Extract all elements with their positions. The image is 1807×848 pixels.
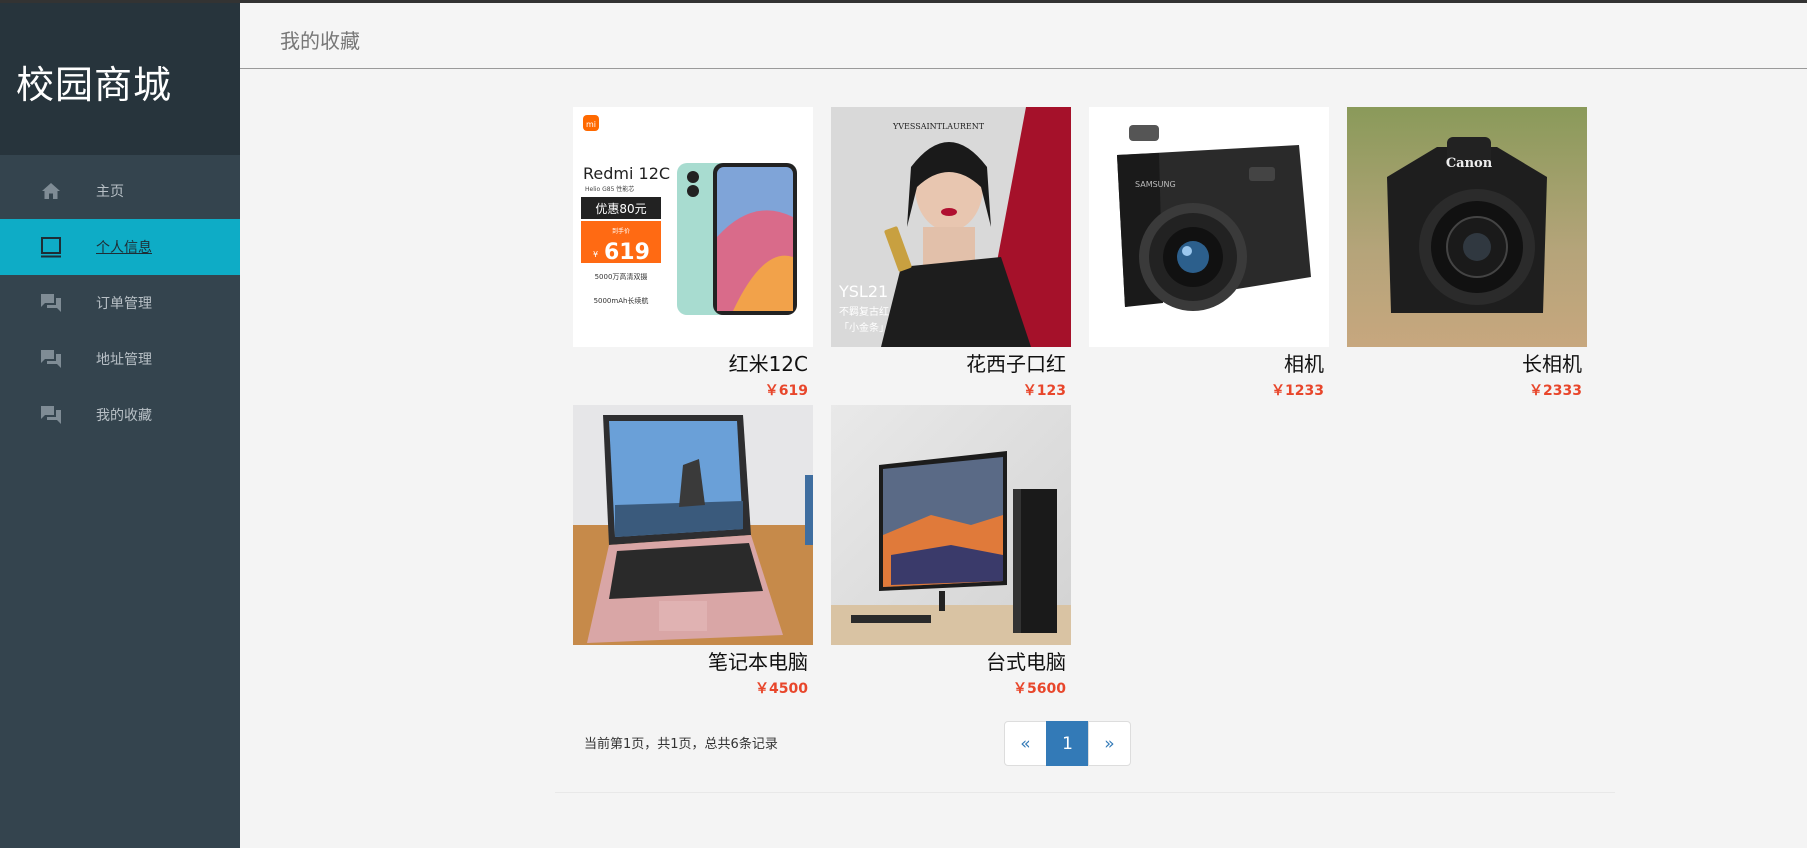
product-card[interactable]: Canon 长相机 ￥2333	[1347, 107, 1587, 405]
product-card[interactable]: 笔记本电脑 ￥4500	[573, 405, 813, 703]
product-price: ￥4500	[755, 681, 808, 697]
chat-icon	[40, 348, 62, 370]
svg-text:Helio G85 性能芯: Helio G85 性能芯	[585, 185, 634, 193]
product-card[interactable]: 台式电脑 ￥5600	[831, 405, 1071, 703]
sidebar-nav: 主页 个人信息 订单管理 地址管理 我的收藏	[0, 163, 240, 443]
product-image[interactable]: Canon	[1347, 107, 1587, 347]
sidebar-item-label: 订单管理	[96, 296, 152, 312]
sidebar: 校园商城 主页 个人信息 订单管理 地址管理 我的收藏	[0, 3, 240, 848]
sidebar-item-label: 个人信息	[96, 240, 152, 256]
pagination: « 1 »	[1004, 721, 1131, 766]
product-price: ￥1233	[1271, 383, 1324, 399]
page-title: 我的收藏	[280, 29, 360, 53]
sidebar-item-home[interactable]: 主页	[0, 163, 240, 219]
favorites-grid: mi Redmi 12C Helio G85 性能芯 优惠80元 到手价 ¥ 6…	[573, 107, 1603, 703]
sidebar-item-label: 我的收藏	[96, 408, 152, 424]
svg-text:5000mAh长续航: 5000mAh长续航	[594, 296, 649, 305]
product-name[interactable]: 长相机	[1347, 350, 1587, 378]
divider	[555, 792, 1615, 793]
product-image[interactable]	[573, 405, 813, 645]
product-card[interactable]: SAMSUNG 相机 ￥1233	[1089, 107, 1329, 405]
sidebar-item-orders[interactable]: 订单管理	[0, 275, 240, 331]
svg-text:5000万高清双摄: 5000万高清双摄	[595, 272, 648, 281]
svg-text:YSL21: YSL21	[838, 282, 888, 301]
mi-logo: mi	[586, 120, 596, 129]
prev-page-button[interactable]: «	[1004, 721, 1047, 766]
sidebar-item-favorites[interactable]: 我的收藏	[0, 387, 240, 443]
svg-text:SAMSUNG: SAMSUNG	[1135, 180, 1176, 189]
svg-text:¥: ¥	[593, 250, 598, 259]
brand-title: 校园商城	[16, 62, 173, 107]
sidebar-item-label: 主页	[96, 184, 124, 200]
chat-icon	[40, 404, 62, 426]
product-name[interactable]: 台式电脑	[831, 648, 1071, 676]
page-header: 我的收藏	[240, 3, 1807, 69]
product-price: ￥619	[764, 383, 808, 399]
next-page-button[interactable]: »	[1088, 721, 1131, 766]
product-name[interactable]: 相机	[1089, 350, 1329, 378]
product-card[interactable]: YVESSAINTLAURENT YSL21 不羁复古红 「小金条」 花西子口红…	[831, 107, 1071, 405]
chat-icon	[40, 292, 62, 314]
product-name[interactable]: 笔记本电脑	[573, 648, 813, 676]
sidebar-item-label: 地址管理	[96, 352, 152, 368]
sidebar-item-profile[interactable]: 个人信息	[0, 219, 240, 275]
page-button-current[interactable]: 1	[1046, 721, 1089, 766]
svg-text:优惠80元: 优惠80元	[595, 202, 646, 216]
product-card[interactable]: mi Redmi 12C Helio G85 性能芯 优惠80元 到手价 ¥ 6…	[573, 107, 813, 405]
product-price: ￥5600	[1013, 681, 1066, 697]
svg-text:619: 619	[604, 240, 650, 265]
product-name[interactable]: 花西子口红	[831, 350, 1071, 378]
svg-text:Redmi 12C: Redmi 12C	[583, 164, 670, 183]
svg-text:不羁复古红: 不羁复古红	[839, 305, 889, 318]
product-image[interactable]: YVESSAINTLAURENT YSL21 不羁复古红 「小金条」	[831, 107, 1071, 347]
svg-text:「小金条」: 「小金条」	[839, 321, 889, 334]
svg-text:到手价: 到手价	[612, 227, 630, 235]
svg-text:YVESSAINTLAURENT: YVESSAINTLAURENT	[892, 122, 985, 131]
product-image[interactable]	[831, 405, 1071, 645]
product-price: ￥123	[1022, 383, 1066, 399]
profile-icon	[40, 236, 62, 258]
record-summary: 当前第1页，共1页，总共6条记录	[584, 737, 778, 752]
sidebar-item-address[interactable]: 地址管理	[0, 331, 240, 387]
product-price: ￥2333	[1529, 383, 1582, 399]
product-image[interactable]: SAMSUNG	[1089, 107, 1329, 347]
product-image[interactable]: mi Redmi 12C Helio G85 性能芯 优惠80元 到手价 ¥ 6…	[573, 107, 813, 347]
brand: 校园商城	[0, 3, 240, 155]
svg-text:Canon: Canon	[1446, 156, 1493, 171]
product-name[interactable]: 红米12C	[573, 350, 813, 378]
home-icon	[40, 180, 62, 202]
